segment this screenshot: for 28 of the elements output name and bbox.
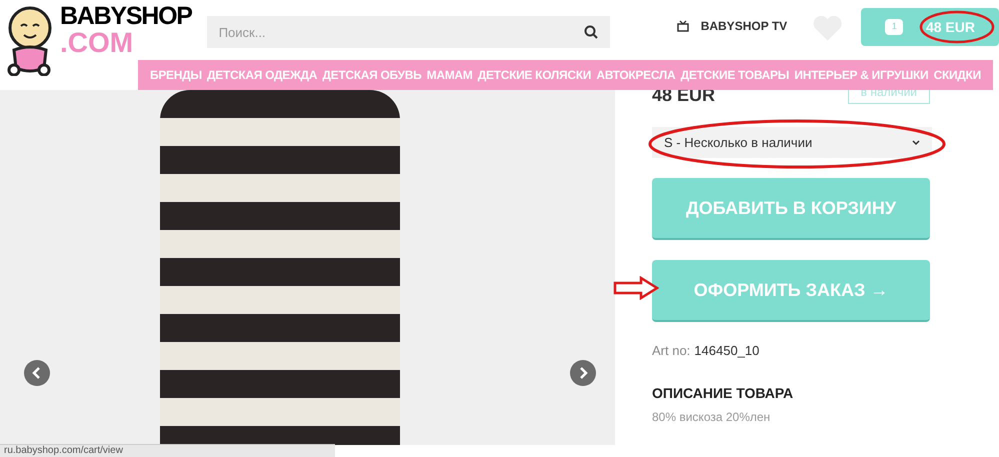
tv-link[interactable]: BABYSHOP TV bbox=[700, 17, 788, 35]
nav-link[interactable]: ДЕТСКАЯ ОДЕЖДА bbox=[207, 66, 318, 84]
nav-link[interactable]: ИНТЕРЬЕР & ИГРУШКИ bbox=[794, 66, 928, 84]
cart-button[interactable]: 1 48 EUR bbox=[861, 8, 999, 46]
nav-link[interactable]: ДЕТСКАЯ ОБУВЬ bbox=[322, 66, 422, 84]
logo-text: BABYSHOP bbox=[60, 4, 192, 29]
chevron-down-icon bbox=[912, 140, 920, 146]
search-icon[interactable] bbox=[584, 25, 598, 39]
description-text: 80% вискоза 20%лен bbox=[652, 409, 770, 426]
cart-bag-icon: 1 bbox=[885, 19, 904, 35]
nav-link[interactable]: ДЕТСКИЕ КОЛЯСКИ bbox=[478, 66, 592, 84]
search-field[interactable]: Поиск... bbox=[206, 16, 610, 48]
nav-link[interactable]: ДЕТСКИЕ ТОВАРЫ bbox=[680, 66, 790, 84]
nav-link[interactable]: БРЕНДЫ bbox=[150, 66, 202, 84]
nav-link[interactable]: МАМАМ bbox=[426, 66, 472, 84]
status-bar: ru.babyshop.com/cart/view bbox=[0, 444, 335, 457]
article-number: 146450_10 bbox=[694, 342, 760, 360]
nav-link[interactable]: АВТОКРЕСЛА bbox=[596, 66, 676, 84]
article-label: Art no: bbox=[652, 342, 690, 360]
cart-total: 48 EUR bbox=[926, 18, 975, 36]
annotation-arrow bbox=[613, 276, 659, 300]
checkout-button[interactable]: ОФОРМИТЬ ЗАКАЗ → bbox=[652, 260, 930, 322]
tv-icon bbox=[676, 20, 689, 32]
logo-domain: .COM bbox=[60, 29, 134, 57]
size-select[interactable]: S - Несколько в наличии bbox=[652, 127, 932, 158]
description-heading: ОПИСАНИЕ ТОВАРА bbox=[652, 384, 794, 403]
add-to-cart-button[interactable]: ДОБАВИТЬ В КОРЗИНУ bbox=[652, 178, 930, 240]
nav-link[interactable]: СКИДКИ bbox=[934, 66, 981, 84]
